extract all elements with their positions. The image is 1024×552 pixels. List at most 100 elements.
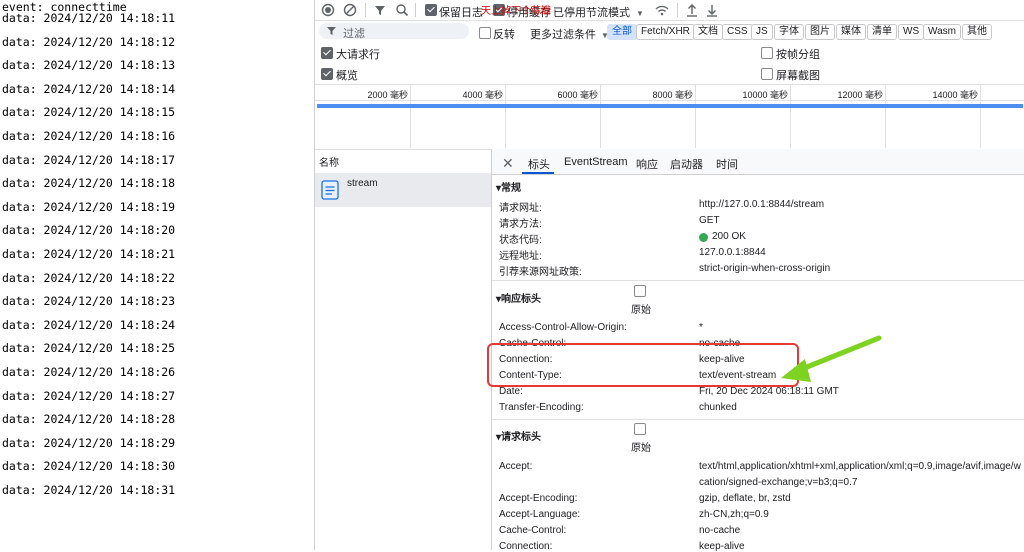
tab-response[interactable]: 响应 <box>636 156 658 172</box>
console-line: data: 2024/12/20 14:18:15 <box>2 105 176 120</box>
console-line: data: 2024/12/20 14:18:29 <box>2 435 176 450</box>
filter-input[interactable]: 过滤 <box>319 23 469 40</box>
header-value: keep-alive <box>699 541 745 552</box>
filter-chip[interactable]: 图片 <box>805 24 835 40</box>
header-value: http://127.0.0.1:8844/stream <box>699 199 825 210</box>
general-section-toggle[interactable]: ▾常规 <box>496 179 521 194</box>
header-value: 200 OK <box>712 231 746 242</box>
filter-chip[interactable]: CSS <box>722 24 753 40</box>
timeline-gridline <box>600 84 601 148</box>
import-har-icon[interactable] <box>685 3 699 20</box>
filter-chip[interactable]: 清单 <box>867 24 897 40</box>
section-divider <box>492 419 1024 420</box>
header-value: cation/signed-exchange;v=b3;q=0.7 <box>699 477 858 488</box>
overview-label: 概览 <box>336 70 358 82</box>
network-conditions-icon[interactable] <box>655 3 669 20</box>
console-line: data: 2024/12/20 14:18:30 <box>2 459 176 474</box>
header-key: 状态代码: <box>499 235 542 246</box>
header-value: chunked <box>699 402 737 413</box>
console-line: data: 2024/12/20 14:18:22 <box>2 270 176 285</box>
header-key: Connection: <box>499 541 553 552</box>
filter-chip[interactable]: 文档 <box>693 24 723 40</box>
filter-chip[interactable]: Fetch/XHR <box>636 24 695 40</box>
screenshots-checkbox[interactable] <box>761 68 773 80</box>
filter-chip[interactable]: 其他 <box>962 24 992 40</box>
header-value: strict-origin-when-cross-origin <box>699 263 831 274</box>
console-line: data: 2024/12/20 14:18:14 <box>2 81 176 96</box>
close-icon[interactable]: ✕ <box>502 155 514 172</box>
header-key: Accept-Encoding: <box>499 493 578 504</box>
tab-headers[interactable]: 标头 <box>528 156 550 172</box>
screenshots-label: 屏幕截图 <box>776 70 820 82</box>
header-key: Transfer-Encoding: <box>499 402 584 413</box>
console-line: data: 2024/12/20 14:18:25 <box>2 341 176 356</box>
status-ok-icon <box>699 233 708 242</box>
timeline-gridline <box>505 84 506 148</box>
toolbar-divider <box>365 3 366 17</box>
clear-icon[interactable] <box>343 3 357 20</box>
console-line: data: 2024/12/20 14:18:31 <box>2 483 176 497</box>
filter-chip[interactable]: 媒体 <box>836 24 866 40</box>
console-line: data: 2024/12/20 14:18:13 <box>2 58 176 73</box>
header-value: 127.0.0.1:8844 <box>699 247 766 258</box>
arrow-annotation <box>781 335 882 382</box>
filter-chip[interactable]: 字体 <box>774 24 804 40</box>
invert-checkbox[interactable] <box>479 27 491 39</box>
timeline-request-bar <box>317 104 1023 108</box>
request-headers-title: 请求标头 <box>501 432 542 443</box>
request-row[interactable]: stream <box>315 173 491 207</box>
header-value: zh-CN,zh;q=0.9 <box>699 509 769 520</box>
chevron-down-icon: ▼ <box>636 9 644 18</box>
request-name: stream <box>347 178 378 189</box>
console-line: data: 2024/12/20 14:18:12 <box>2 34 176 49</box>
section-divider <box>492 280 1024 281</box>
filter-chip[interactable]: WS <box>898 24 925 40</box>
console-line: data: 2024/12/20 14:18:21 <box>2 247 176 261</box>
timeline-gridline <box>790 84 791 148</box>
tab-timing[interactable]: 时间 <box>716 156 738 172</box>
search-icon[interactable] <box>395 3 409 20</box>
timeline-gridline <box>885 84 886 148</box>
request-raw-checkbox[interactable] <box>634 423 646 435</box>
filter-placeholder: 过滤 <box>343 28 365 40</box>
group-by-frame-checkbox[interactable] <box>761 47 773 59</box>
header-key: 请求方法: <box>499 219 542 230</box>
console-line: data: 2024/12/20 14:18:28 <box>2 412 176 427</box>
toolbar-divider <box>415 3 416 17</box>
console-line: data: 2024/12/20 14:18:16 <box>2 129 176 143</box>
response-headers-title: 响应标头 <box>501 294 542 305</box>
export-har-icon[interactable] <box>705 3 719 20</box>
console-line: data: 2024/12/20 14:18:23 <box>2 294 176 309</box>
console-line: data: 2024/12/20 14:18:24 <box>2 317 176 332</box>
throttle-select[interactable]: 已停用节流模式 ▼ <box>553 4 644 20</box>
filter-chip[interactable]: Wasm <box>923 24 961 40</box>
response-headers-section-toggle[interactable]: ▾响应标头 <box>496 290 541 305</box>
tab-eventstream[interactable]: EventStream <box>564 156 628 168</box>
tab-initiator[interactable]: 启动器 <box>670 156 703 172</box>
header-key: Date: <box>499 386 523 397</box>
name-column-header[interactable]: 名称 <box>319 154 339 169</box>
timeline-ruler-divider <box>315 100 1024 101</box>
highlight-box <box>487 343 799 387</box>
response-raw-checkbox[interactable] <box>634 285 646 297</box>
filter-funnel-icon[interactable] <box>373 3 387 20</box>
header-value: * <box>699 322 703 333</box>
more-filters-label: 更多过滤条件 <box>530 29 596 41</box>
big-request-rows-label: 大请求行 <box>336 49 380 61</box>
filter-chip[interactable]: 全部 <box>607 24 637 40</box>
header-key: Accept-Language: <box>499 509 581 520</box>
filter-chip[interactable]: JS <box>751 24 773 40</box>
preserve-log-checkbox[interactable] <box>425 4 437 16</box>
overview-checkbox[interactable] <box>321 68 333 80</box>
preserve-log-label: 保留日志 <box>439 7 483 19</box>
response-raw-label: 原始 <box>631 305 651 316</box>
header-key: Access-Control-Allow-Origin: <box>499 322 627 333</box>
record-icon[interactable] <box>321 3 335 20</box>
timeline-gridline <box>980 84 981 148</box>
console-line: data: 2024/12/20 14:18:17 <box>2 152 176 167</box>
console-line: data: 2024/12/20 14:18:27 <box>2 388 176 403</box>
request-headers-section-toggle[interactable]: ▾请求标头 <box>496 428 541 443</box>
request-list: 名称 stream <box>315 149 492 550</box>
more-filters-dropdown[interactable]: 更多过滤条件 ▼ <box>530 26 609 42</box>
big-request-rows-checkbox[interactable] <box>321 47 333 59</box>
